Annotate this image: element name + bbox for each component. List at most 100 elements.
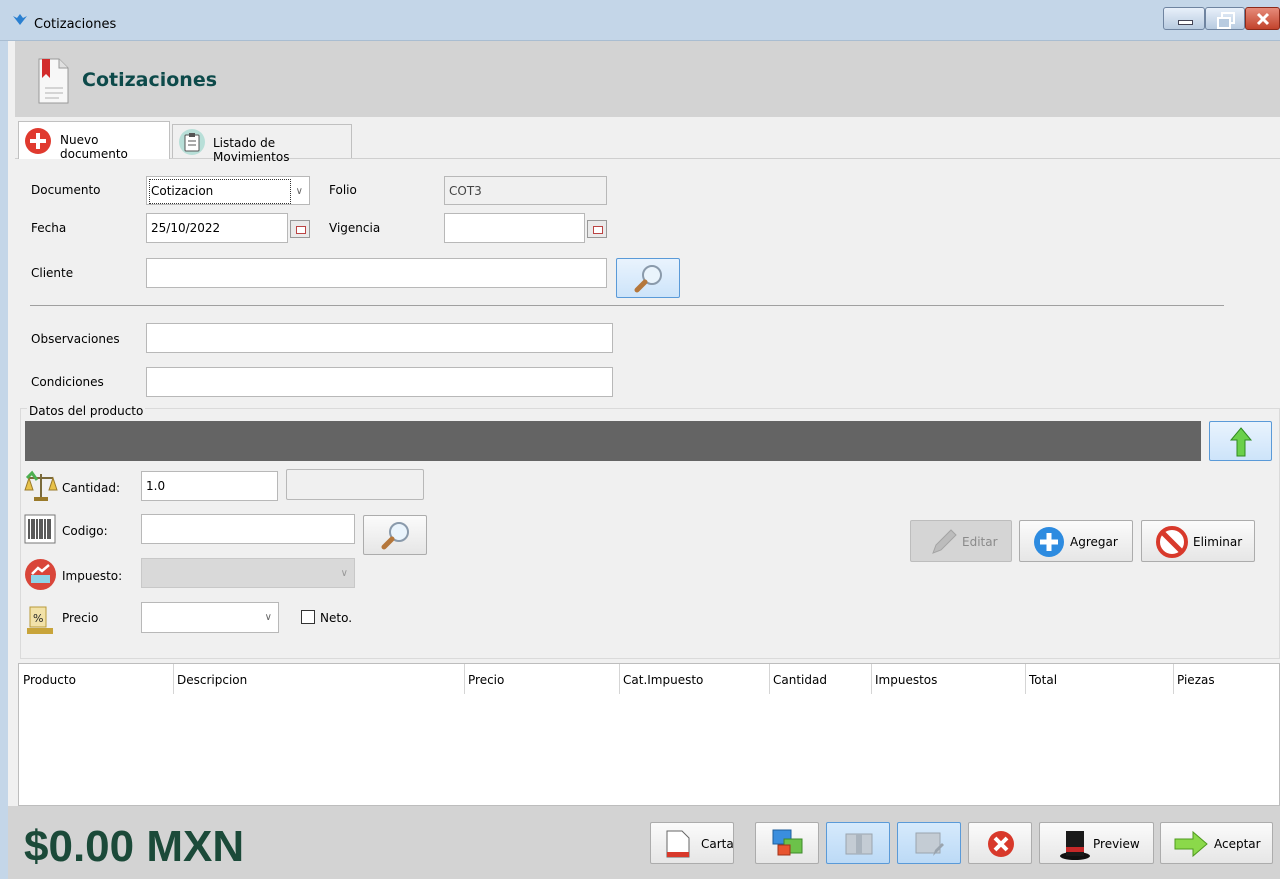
vigencia-calendar-button[interactable] xyxy=(587,220,607,238)
form-separator xyxy=(30,305,1224,306)
producto-display-bar xyxy=(25,421,1201,461)
tax-icon xyxy=(25,559,56,590)
observaciones-field[interactable] xyxy=(146,323,613,353)
magnifier-icon xyxy=(634,265,662,293)
tab-label: Nuevo documento xyxy=(60,133,128,161)
chevron-down-icon: ∨ xyxy=(264,612,272,623)
column-header[interactable]: Piezas xyxy=(1173,664,1279,694)
cantidad-aux-field xyxy=(286,469,424,500)
chevron-down-icon: ∨ xyxy=(295,186,303,197)
codigo-field[interactable] xyxy=(141,514,355,544)
no-entry-icon xyxy=(1156,526,1188,558)
page-title: Cotizaciones xyxy=(82,69,218,91)
close-window-button[interactable] xyxy=(1245,7,1280,30)
tab-label: Listado de Movimientos xyxy=(213,136,290,164)
close-icon xyxy=(1256,12,1270,26)
cliente-label: Cliente xyxy=(31,266,74,280)
folio-field: COT3 xyxy=(444,176,607,205)
scale-icon xyxy=(24,470,58,501)
cancelar-button[interactable] xyxy=(968,822,1032,864)
editar-label: Editar xyxy=(962,535,998,549)
pencil-icon xyxy=(932,529,957,554)
fecha-calendar-button[interactable] xyxy=(290,220,310,238)
eliminar-button[interactable]: Eliminar xyxy=(1141,520,1255,562)
add-circle-icon xyxy=(1034,527,1064,557)
arrow-up-icon xyxy=(1229,427,1253,457)
magic-hat-icon xyxy=(1060,831,1090,860)
barcode-icon xyxy=(24,514,56,544)
page-layout-icon xyxy=(845,833,873,855)
eliminar-label: Eliminar xyxy=(1193,535,1243,549)
minimize-button[interactable] xyxy=(1163,7,1205,30)
carta-button[interactable]: Carta xyxy=(650,822,734,864)
buscar-codigo-button[interactable] xyxy=(363,515,427,555)
clipboard-icon xyxy=(179,129,205,155)
fecha-label: Fecha xyxy=(31,221,67,235)
tabstrip-baseline xyxy=(15,158,1280,159)
arrow-right-icon xyxy=(1174,830,1208,858)
column-header[interactable]: Cat.Impuesto xyxy=(619,664,770,694)
total-amount: $0.00 MXN xyxy=(24,822,245,871)
documento-value: Cotizacion xyxy=(151,184,214,198)
impuesto-label: Impuesto: xyxy=(62,569,123,583)
documento-select[interactable]: Cotizacion ∨ xyxy=(146,176,310,205)
agregar-label: Agregar xyxy=(1070,535,1118,549)
window-left-border xyxy=(0,41,8,879)
images-icon xyxy=(772,829,803,856)
tab-nuevo-documento[interactable]: Nuevo documento xyxy=(18,121,170,161)
app-icon xyxy=(13,14,27,25)
subir-button[interactable] xyxy=(1209,421,1272,461)
producto-group-title: Datos del producto xyxy=(27,404,146,418)
condiciones-field[interactable] xyxy=(146,367,613,397)
folio-value: COT3 xyxy=(449,184,482,198)
magnifier-icon xyxy=(381,522,409,550)
vigencia-label: Vigencia xyxy=(329,221,381,235)
window-titlebar: Cotizaciones xyxy=(0,0,1280,41)
neto-checkbox[interactable] xyxy=(301,610,315,624)
editar-formato-button[interactable] xyxy=(897,822,961,864)
aceptar-button[interactable]: Aceptar xyxy=(1160,822,1273,864)
column-header[interactable]: Cantidad xyxy=(769,664,872,694)
impuesto-select[interactable]: ∨ xyxy=(141,558,355,588)
cantidad-value: 1.0 xyxy=(146,479,166,493)
preview-label: Preview xyxy=(1093,837,1140,851)
aceptar-label: Aceptar xyxy=(1214,837,1261,851)
percent-bag-icon: % xyxy=(27,606,53,634)
column-header[interactable]: Producto xyxy=(19,664,174,694)
plus-circle-icon xyxy=(25,128,51,154)
cancel-icon xyxy=(988,831,1014,857)
carta-label: Carta xyxy=(701,837,734,851)
column-header[interactable]: Precio xyxy=(464,664,620,694)
cantidad-field[interactable]: 1.0 xyxy=(141,471,278,501)
documento-label: Documento xyxy=(31,183,101,197)
svg-text:%: % xyxy=(33,612,43,625)
page-icon xyxy=(666,830,690,858)
vista-pagina-button[interactable] xyxy=(826,822,890,864)
column-header[interactable]: Total xyxy=(1025,664,1174,694)
fecha-field[interactable]: 25/10/2022 xyxy=(146,213,288,243)
column-header[interactable]: Impuestos xyxy=(871,664,1026,694)
precio-label: Precio xyxy=(62,611,99,625)
preview-button[interactable]: Preview xyxy=(1039,822,1154,864)
cantidad-label: Cantidad: xyxy=(62,481,121,495)
vigencia-field[interactable] xyxy=(444,213,585,243)
neto-label: Neto. xyxy=(320,611,353,625)
fecha-value: 25/10/2022 xyxy=(151,221,221,235)
editar-button[interactable]: Editar xyxy=(910,520,1012,562)
codigo-label: Codigo: xyxy=(62,524,108,538)
folio-label: Folio xyxy=(329,183,357,197)
page-edit-icon xyxy=(915,832,944,856)
column-header[interactable]: Descripcion xyxy=(173,664,465,694)
imagenes-button[interactable] xyxy=(755,822,819,864)
tab-listado-movimientos[interactable]: Listado de Movimientos xyxy=(172,124,352,164)
agregar-button[interactable]: Agregar xyxy=(1019,520,1133,562)
productos-table[interactable]: Producto Descripcion Precio Cat.Impuesto… xyxy=(18,663,1280,806)
buscar-cliente-button[interactable] xyxy=(616,258,680,298)
observaciones-label: Observaciones xyxy=(31,332,120,346)
precio-select[interactable]: ∨ xyxy=(141,602,279,633)
condiciones-label: Condiciones xyxy=(31,375,104,389)
cliente-field[interactable] xyxy=(146,258,607,288)
window-title: Cotizaciones xyxy=(34,17,117,32)
document-icon xyxy=(38,58,69,104)
restore-button[interactable] xyxy=(1205,7,1245,30)
